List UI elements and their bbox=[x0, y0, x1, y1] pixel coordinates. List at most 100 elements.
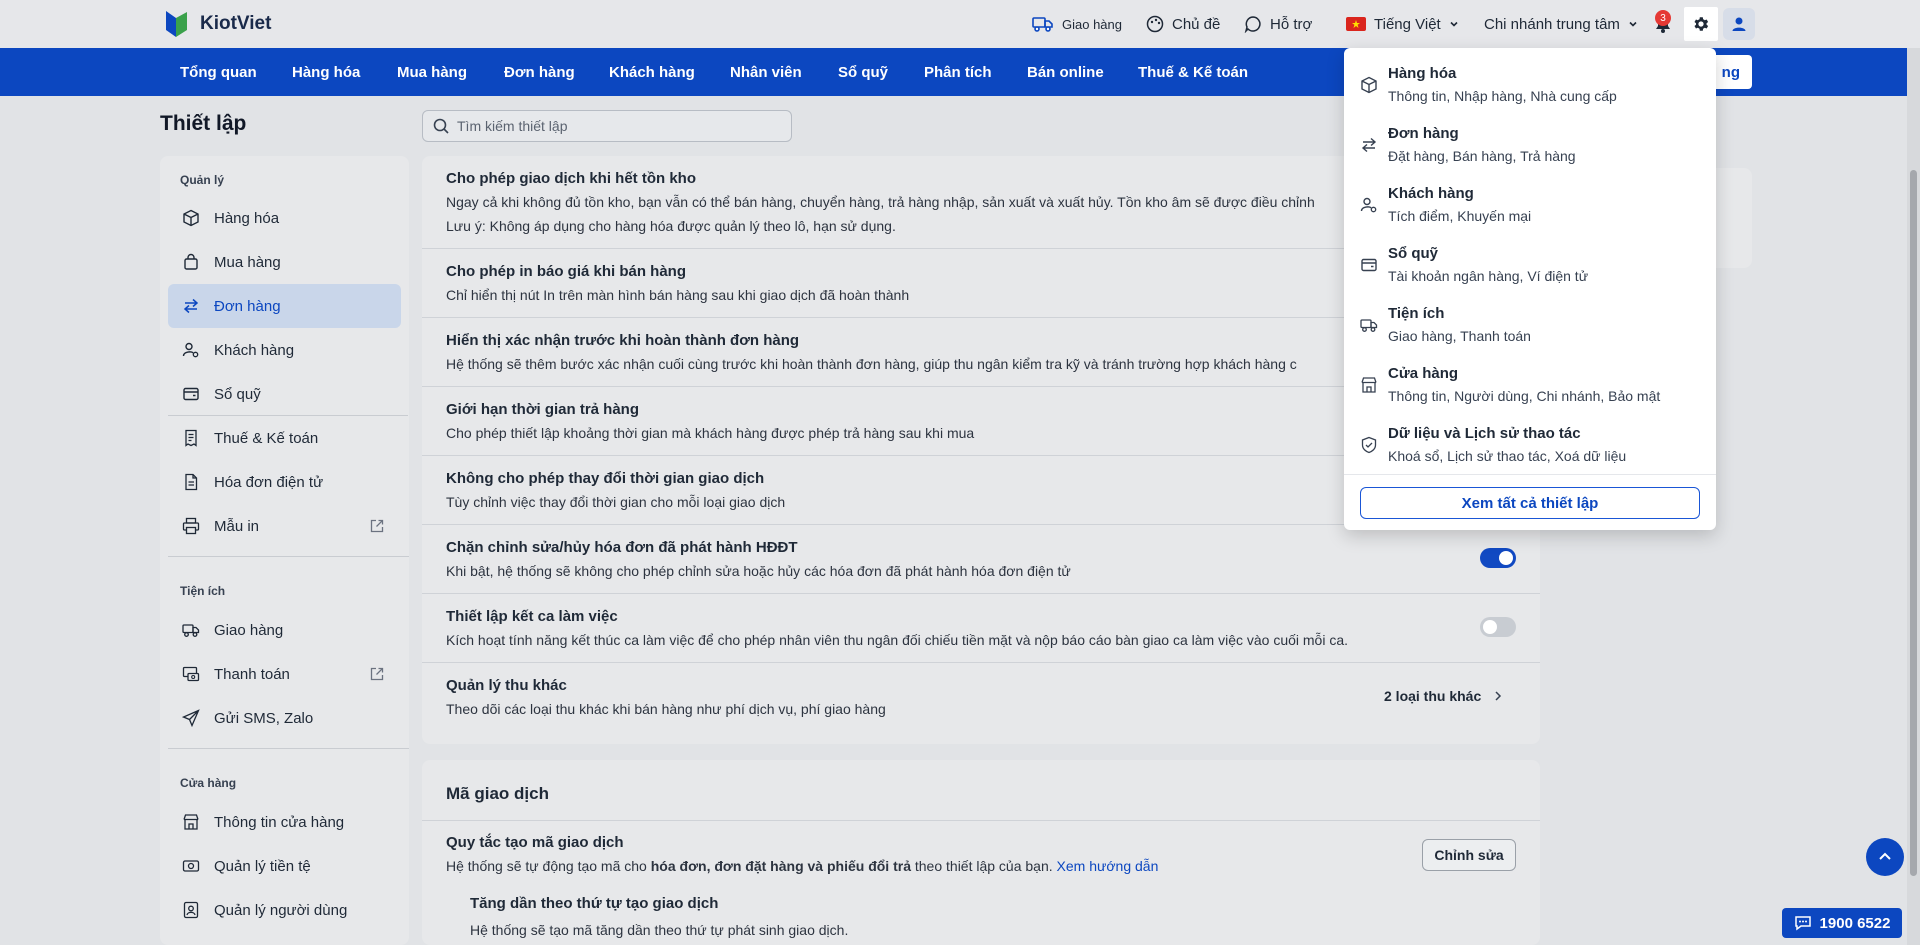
sidebar-item-payment[interactable]: Thanh toán bbox=[168, 652, 401, 696]
swap-icon bbox=[1361, 137, 1377, 153]
setting-description: Hệ thống sẽ thêm bước xác nhận cuối cùng… bbox=[446, 356, 1297, 372]
sidebar-divider bbox=[168, 556, 409, 557]
dropdown-item-store[interactable]: Cửa hàng Thông tin, Người dùng, Chi nhán… bbox=[1344, 354, 1716, 414]
dropdown-item-title: Khách hàng bbox=[1388, 185, 1474, 202]
sidebar-item-label: Thông tin cửa hàng bbox=[214, 813, 345, 831]
nav-item-overview[interactable]: Tổng quan bbox=[180, 48, 257, 96]
sidebar-item-customers[interactable]: Khách hàng bbox=[168, 328, 401, 372]
sidebar-item-label: Thuế & Kế toán bbox=[214, 429, 319, 447]
box-icon bbox=[1361, 76, 1377, 94]
hotline-number: 1900 6522 bbox=[1819, 914, 1891, 932]
store-icon bbox=[183, 814, 199, 830]
delivery-link[interactable]: Giao hàng bbox=[1032, 0, 1122, 48]
sidebar-item-users[interactable]: Quản lý người dùng bbox=[168, 888, 401, 932]
avatar[interactable] bbox=[1723, 8, 1755, 40]
logo-text: KiotViet bbox=[200, 13, 272, 34]
user-gear-icon bbox=[182, 342, 199, 358]
theme-label: Chủ đề bbox=[1172, 15, 1221, 33]
scroll-to-top-button[interactable] bbox=[1866, 838, 1904, 876]
sidebar-section-utilities: Tiện ích bbox=[180, 584, 226, 598]
nav-item-analytics[interactable]: Phân tích bbox=[924, 48, 992, 96]
settings-button[interactable] bbox=[1684, 7, 1718, 41]
search-input[interactable] bbox=[457, 118, 757, 134]
nav-item-purchasing[interactable]: Mua hàng bbox=[397, 48, 467, 96]
dropdown-item-customers[interactable]: Khách hàng Tích điểm, Khuyến mại bbox=[1344, 174, 1716, 234]
edit-button[interactable]: Chỉnh sửa bbox=[1422, 839, 1516, 871]
row-divider bbox=[422, 593, 1540, 594]
chevron-down-icon bbox=[1629, 21, 1637, 27]
language-selector[interactable]: Tiếng Việt bbox=[1346, 0, 1459, 48]
hotline-button[interactable]: 1900 6522 bbox=[1782, 908, 1902, 938]
shield-icon bbox=[1361, 436, 1377, 454]
external-link-icon bbox=[370, 667, 384, 681]
dropdown-item-orders[interactable]: Đơn hàng Đặt hàng, Bán hàng, Trả hàng bbox=[1344, 114, 1716, 174]
user-badge-icon bbox=[183, 901, 199, 919]
nav-item-cashbook[interactable]: Sổ quỹ bbox=[838, 48, 888, 96]
branch-selector[interactable]: Chi nhánh trung tâm bbox=[1484, 0, 1638, 48]
sidebar-item-currency[interactable]: Quản lý tiền tệ bbox=[168, 844, 401, 888]
setting-note: Lưu ý: Không áp dụng cho hàng hóa được q… bbox=[446, 218, 896, 234]
nav-item-employees[interactable]: Nhân viên bbox=[730, 48, 802, 96]
view-all-settings-button[interactable]: Xem tất cả thiết lập bbox=[1360, 487, 1700, 519]
settings-search[interactable] bbox=[422, 110, 792, 142]
sidebar-item-label: Quản lý người dùng bbox=[214, 901, 348, 919]
nav-item-online-sales[interactable]: Bán online bbox=[1027, 48, 1104, 96]
nav-item-tax-accounting[interactable]: Thuế & Kế toán bbox=[1138, 48, 1248, 96]
sidebar-item-orders[interactable]: Đơn hàng bbox=[168, 284, 401, 328]
sidebar-item-purchasing[interactable]: Mua hàng bbox=[168, 240, 401, 284]
sidebar-item-label: Sổ quỹ bbox=[214, 385, 261, 403]
sidebar-item-e-invoice[interactable]: Hóa đơn điện tử bbox=[168, 460, 401, 504]
external-link-icon bbox=[370, 519, 384, 533]
sidebar-section-management: Quản lý bbox=[180, 173, 225, 187]
sidebar-item-print-templates[interactable]: Mẫu in bbox=[168, 504, 401, 548]
sidebar-item-store-info[interactable]: Thông tin cửa hàng bbox=[168, 800, 401, 844]
setting-description: Chỉ hiển thị nút In trên màn hình bán hà… bbox=[446, 287, 910, 303]
nav-item-products[interactable]: Hàng hóa bbox=[292, 48, 360, 96]
send-icon bbox=[182, 709, 200, 727]
einvoice-lock-toggle[interactable] bbox=[1480, 548, 1516, 568]
dropdown-item-products[interactable]: Hàng hóa Thông tin, Nhập hàng, Nhà cung … bbox=[1344, 54, 1716, 114]
dropdown-item-cashbook[interactable]: Sổ quỹ Tài khoản ngân hàng, Ví điện tử bbox=[1344, 234, 1716, 294]
support-button[interactable]: Hỗ trợ bbox=[1244, 0, 1312, 48]
chat-icon bbox=[1794, 916, 1811, 931]
theme-button[interactable]: Chủ đề bbox=[1146, 0, 1220, 48]
search-icon bbox=[433, 118, 449, 134]
rule-title: Quy tắc tạo mã giao dịch bbox=[446, 834, 624, 851]
sidebar-item-tax-accounting[interactable]: Thuế & Kế toán bbox=[168, 416, 401, 460]
dropdown-item-subtitle: Thông tin, Nhập hàng, Nhà cung cấp bbox=[1388, 88, 1617, 104]
setting-title: Cho phép in báo giá khi bán hàng bbox=[446, 263, 686, 280]
sidebar-item-label: Mua hàng bbox=[214, 253, 281, 271]
rule-option-title: Tăng dần theo thứ tự tạo giao dịch bbox=[470, 895, 719, 912]
scrollbar-thumb[interactable] bbox=[1910, 170, 1917, 876]
sidebar-item-label: Đơn hàng bbox=[214, 297, 281, 315]
guide-link[interactable]: Xem hướng dẫn bbox=[1057, 858, 1159, 874]
sidebar-item-cashbook[interactable]: Sổ quỹ bbox=[168, 372, 401, 416]
dropdown-divider bbox=[1344, 474, 1716, 475]
receipt-icon bbox=[185, 429, 197, 447]
truck-icon bbox=[1360, 319, 1378, 332]
nav-item-customers[interactable]: Khách hàng bbox=[609, 48, 695, 96]
nav-item-orders[interactable]: Đơn hàng bbox=[504, 48, 575, 96]
swap-icon bbox=[183, 298, 199, 314]
notification-badge: 3 bbox=[1655, 10, 1671, 26]
bag-icon bbox=[184, 253, 198, 270]
setting-title: Chặn chỉnh sửa/hủy hóa đơn đã phát hành … bbox=[446, 539, 798, 556]
sidebar-item-label: Khách hàng bbox=[214, 341, 295, 359]
setting-title: Giới hạn thời gian trả hàng bbox=[446, 401, 640, 418]
sidebar-item-delivery[interactable]: Giao hàng bbox=[168, 608, 401, 652]
sidebar-item-sms-zalo[interactable]: Gửi SMS, Zalo bbox=[168, 696, 401, 740]
money-icon bbox=[182, 860, 200, 872]
setting-title: Thiết lập kết ca làm việc bbox=[446, 608, 618, 625]
sidebar-item-label: Gửi SMS, Zalo bbox=[214, 709, 314, 727]
other-charges-count: 2 loại thu khác bbox=[1384, 688, 1482, 704]
shift-closing-toggle[interactable] bbox=[1480, 617, 1516, 637]
logo[interactable]: KiotViet bbox=[160, 8, 271, 40]
sidebar-item-products[interactable]: Hàng hóa bbox=[168, 196, 401, 240]
dropdown-item-utilities[interactable]: Tiện ích Giao hàng, Thanh toán bbox=[1344, 294, 1716, 354]
wallet-icon bbox=[1361, 258, 1377, 272]
dropdown-item-data-history[interactable]: Dữ liệu và Lịch sử thao tác Khoá sổ, Lịc… bbox=[1344, 414, 1716, 474]
language-label: Tiếng Việt bbox=[1374, 15, 1441, 33]
rule-desc-bold: hóa đơn, đơn đặt hàng và phiếu đổi trả bbox=[650, 858, 911, 874]
other-charges-link[interactable]: 2 loại thu khác bbox=[1384, 688, 1503, 704]
sidebar-item-label: Hàng hóa bbox=[214, 209, 280, 227]
